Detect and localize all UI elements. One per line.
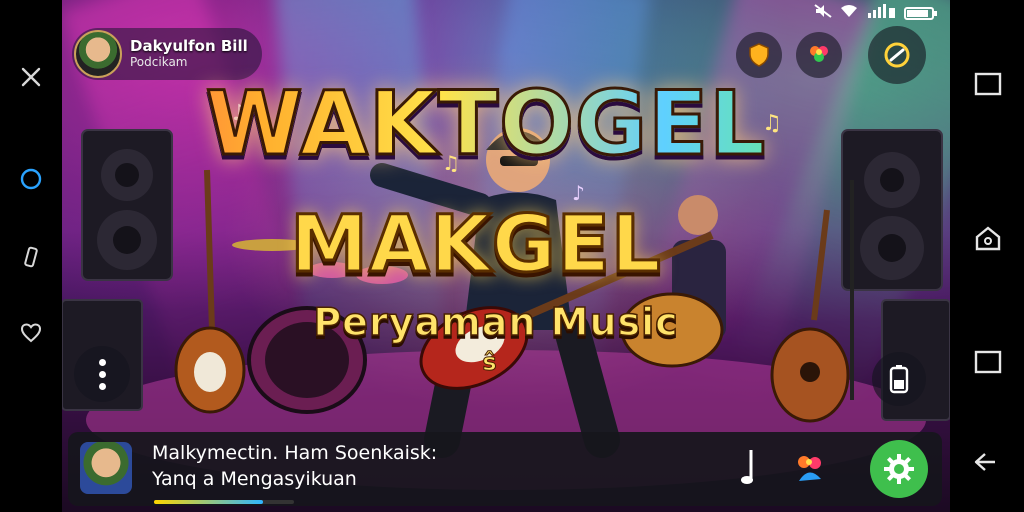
profile-text: Dakyulfon Bill Podcikam <box>130 38 248 69</box>
game-tagline-extra: ŝ <box>482 348 498 377</box>
close-icon[interactable] <box>14 60 48 94</box>
mute-icon <box>814 4 832 22</box>
flower-icon <box>798 456 821 481</box>
back-icon[interactable] <box>970 444 1006 480</box>
status-bar <box>814 4 937 22</box>
avatar <box>74 30 122 78</box>
game-title: WAKTOGEL <box>62 71 930 177</box>
heart-icon[interactable] <box>14 316 48 350</box>
game-tagline: Peryaman Music <box>313 299 679 345</box>
now-playing-subtitle: Yanq a Mengasyikuan <box>152 468 357 490</box>
rotate-icon[interactable] <box>14 240 48 274</box>
home-icon[interactable] <box>970 220 1006 256</box>
menu-dot <box>98 358 106 366</box>
app-screen: ♪ ♫ ♪ ♫ Dakyulfon Bill Podcikam <box>0 0 1024 512</box>
flower-button[interactable] <box>790 448 830 488</box>
battery-icon <box>904 6 937 20</box>
profile-name: Dakyulfon Bill <box>130 37 248 56</box>
game-view[interactable]: ♪ ♫ ♪ ♫ Dakyulfon Bill Podcikam <box>62 0 950 512</box>
square-icon[interactable] <box>970 66 1006 102</box>
more-menu-button[interactable] <box>74 346 130 402</box>
right-system-bar <box>950 0 1024 512</box>
now-playing-avatar <box>80 442 132 494</box>
game-subtitle: MAKGEL <box>289 199 662 292</box>
square-icon[interactable] <box>970 344 1006 380</box>
left-system-bar <box>0 0 62 512</box>
now-playing-title: Malkymectin. Ham Soenkaisk: <box>152 442 438 464</box>
progress-fill <box>154 500 264 504</box>
now-playing-panel[interactable]: Malkymectin. Ham Soenkaisk: Yanq a Menga… <box>68 432 942 506</box>
music-note-button[interactable] <box>736 446 762 490</box>
battery-level <box>907 9 928 17</box>
menu-dot <box>98 370 106 378</box>
progress-bar <box>154 500 294 504</box>
menu-dot <box>98 382 106 390</box>
signal-icon <box>866 4 896 22</box>
wifi-icon <box>840 4 858 22</box>
battery-saver-icon <box>889 365 909 394</box>
battery-saver-button[interactable] <box>872 352 926 406</box>
settings-button[interactable] <box>870 440 928 498</box>
refresh-icon <box>884 42 910 68</box>
profile-subtitle: Podcikam <box>130 54 188 69</box>
flower-icon <box>810 46 828 62</box>
gear-icon <box>884 454 914 484</box>
shield-icon <box>749 43 769 67</box>
circle-icon[interactable] <box>14 162 48 196</box>
music-note-icon <box>741 450 753 484</box>
